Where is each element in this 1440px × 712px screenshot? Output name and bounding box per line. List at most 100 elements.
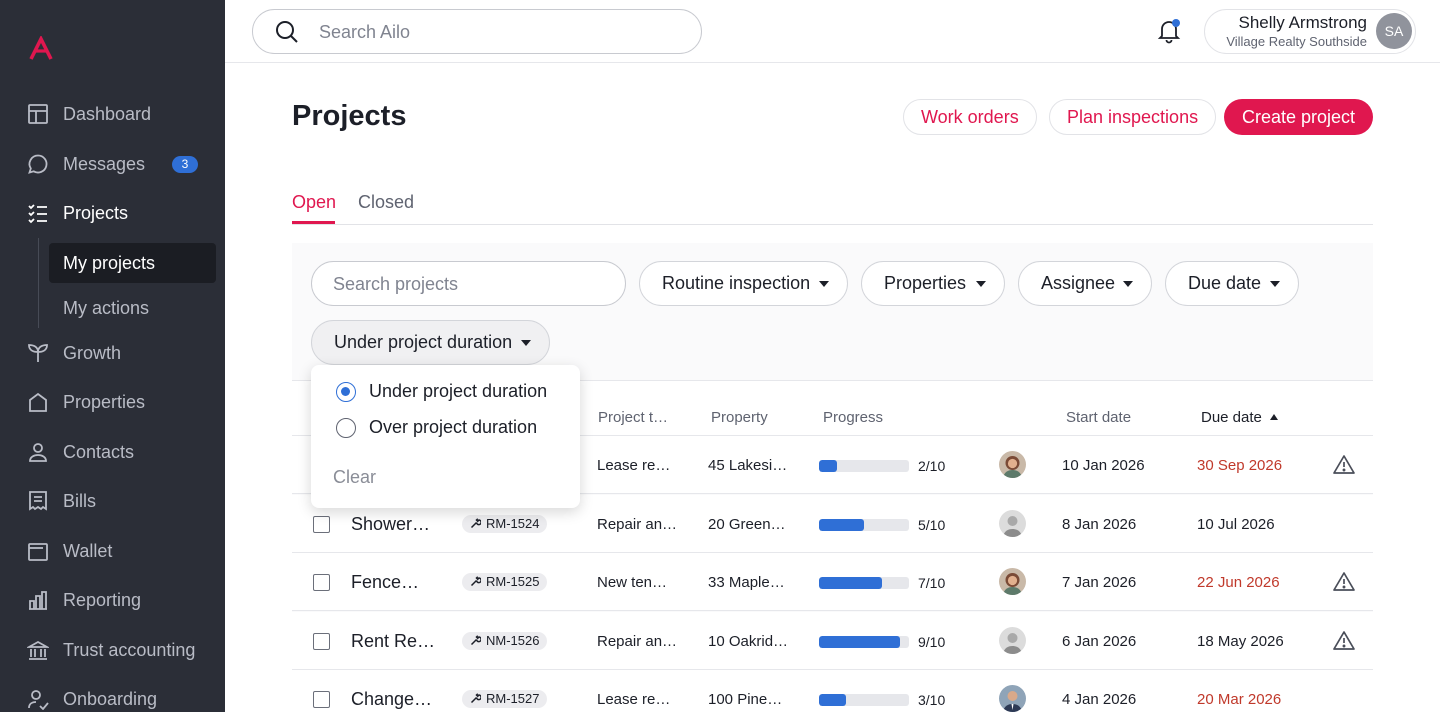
sidebar-item-messages[interactable]: Messages 3: [0, 144, 225, 184]
wrench-icon: [470, 693, 481, 704]
table-row[interactable]: Fence… RM-1525 New ten… 33 Maple… 7/10 7 Jan …: [292, 553, 1373, 611]
sidebar-item-wallet[interactable]: Wallet: [0, 531, 225, 571]
assignee-filter[interactable]: Assignee: [1018, 261, 1152, 306]
sidebar-item-label: Reporting: [63, 589, 142, 610]
properties-filter[interactable]: Properties: [861, 261, 1005, 306]
progress-bar-fill: [819, 518, 864, 531]
ailo-logo[interactable]: [28, 36, 54, 62]
sidebar-item-trust-accounting[interactable]: Trust accounting: [0, 630, 225, 670]
due-date-filter[interactable]: Due date: [1165, 261, 1299, 306]
project-reference-chip: RM-1527: [462, 690, 548, 708]
sidebar-item-projects[interactable]: Projects: [0, 193, 225, 233]
user-menu[interactable]: Shelly Armstrong Village Realty Southsid…: [1204, 9, 1416, 54]
property-address: 20 Green…: [708, 515, 786, 533]
warning-triangle-icon[interactable]: [1332, 453, 1356, 477]
sidebar-item-label: Messages: [63, 153, 146, 174]
bar-chart-icon: [26, 588, 50, 612]
project-name[interactable]: Change…: [351, 689, 432, 710]
table-row[interactable]: Rent Re… NM-1526 Repair an… 10 Oakrid… 9/10 6…: [292, 611, 1373, 670]
radio-selected[interactable]: [336, 381, 356, 402]
table-row[interactable]: Change… RM-1527 Lease re… 100 Pine… 3/10 4 Ja…: [292, 670, 1373, 712]
assignee-avatar[interactable]: [999, 685, 1026, 712]
project-name[interactable]: Rent Re…: [351, 631, 435, 652]
start-date: 7 Jan 2026: [1062, 574, 1137, 591]
routine-inspection-filter[interactable]: Routine inspection: [639, 261, 848, 306]
filter-label: Properties: [884, 273, 967, 293]
work-orders-button[interactable]: Work orders: [903, 99, 1037, 135]
sort-ascending-icon: [1269, 414, 1278, 420]
row-checkbox[interactable]: [313, 574, 330, 591]
notifications-bell-icon[interactable]: [1154, 16, 1184, 46]
global-search[interactable]: [252, 9, 702, 54]
column-header-project-type[interactable]: Project t…: [598, 409, 668, 426]
column-header-due-date[interactable]: Due date: [1201, 409, 1278, 426]
tab-open[interactable]: Open: [292, 192, 336, 213]
top-bar: Shelly Armstrong Village Realty Southsid…: [225, 0, 1440, 63]
global-search-input[interactable]: [319, 20, 679, 44]
sidebar: Dashboard Messages 3 Projects My project…: [0, 0, 225, 712]
progress-bar-fill: [819, 635, 900, 648]
sidebar-item-growth[interactable]: Growth: [0, 333, 225, 373]
tab-closed[interactable]: Closed: [358, 192, 414, 213]
start-date: 8 Jan 2026: [1062, 515, 1137, 533]
due-date: 30 Sep 2026: [1197, 457, 1283, 474]
sidebar-item-properties[interactable]: Properties: [0, 382, 225, 422]
sidebar-item-contacts[interactable]: Contacts: [0, 432, 225, 472]
unread-count-badge: 3: [172, 156, 198, 173]
option-label: Over project duration: [369, 417, 538, 437]
subnav-divider: [38, 238, 39, 328]
start-date: 4 Jan 2026: [1062, 691, 1137, 708]
project-reference-chip: RM-1525: [462, 573, 548, 591]
sidebar-item-label: Wallet: [63, 540, 113, 561]
column-header-start-date[interactable]: Start date: [1066, 409, 1131, 426]
search-icon: [276, 21, 298, 43]
project-name[interactable]: Fence…: [351, 572, 419, 593]
sidebar-subitem-my-projects[interactable]: My projects: [49, 243, 216, 283]
assignee-avatar[interactable]: [999, 509, 1026, 537]
project-type: New ten…: [597, 574, 668, 591]
assignee-avatar[interactable]: [999, 451, 1026, 478]
column-header-label: Due date: [1201, 409, 1262, 426]
assignee-avatar[interactable]: [999, 626, 1026, 654]
warning-triangle-icon[interactable]: [1332, 629, 1356, 653]
sidebar-item-onboarding[interactable]: Onboarding: [0, 679, 225, 712]
create-project-button[interactable]: Create project: [1224, 99, 1373, 135]
column-header-property[interactable]: Property: [711, 409, 768, 426]
plan-inspections-button[interactable]: Plan inspections: [1049, 99, 1217, 135]
duration-dropdown-menu: Under project duration Over project dura…: [311, 365, 580, 508]
assignee-avatar[interactable]: [999, 568, 1026, 595]
project-search-input[interactable]: [333, 273, 603, 295]
onboarding-icon: [26, 687, 50, 711]
due-date: 20 Mar 2026: [1197, 691, 1282, 708]
property-address: 45 Lakesi…: [708, 457, 788, 474]
clear-filter-link[interactable]: Clear: [333, 467, 376, 488]
row-checkbox[interactable]: [313, 691, 330, 708]
radio-unselected[interactable]: [336, 417, 356, 438]
sidebar-item-label: Bills: [63, 490, 97, 511]
sidebar-item-reporting[interactable]: Reporting: [0, 580, 225, 620]
progress-bar: [819, 518, 909, 531]
column-header-progress[interactable]: Progress: [823, 409, 883, 426]
sidebar-item-label: Trust accounting: [63, 639, 196, 660]
filter-label: Routine inspection: [662, 273, 811, 293]
project-reference: RM-1524: [486, 515, 540, 531]
start-date: 10 Jan 2026: [1062, 457, 1145, 474]
progress-bar: [819, 694, 909, 706]
progress-bar-fill: [819, 577, 882, 589]
row-checkbox[interactable]: [313, 632, 330, 650]
project-type: Repair an…: [597, 515, 678, 533]
option-over-project-duration[interactable]: Over project duration: [336, 417, 537, 438]
option-under-project-duration[interactable]: Under project duration: [336, 381, 547, 402]
project-type: Lease re…: [597, 691, 671, 708]
project-search[interactable]: [311, 261, 626, 306]
sidebar-item-bills[interactable]: Bills: [0, 481, 225, 521]
project-reference-chip: RM-1524: [462, 514, 548, 533]
wrench-icon: [470, 634, 481, 645]
warning-triangle-icon[interactable]: [1332, 570, 1356, 594]
project-name[interactable]: Shower…: [351, 514, 430, 535]
row-checkbox[interactable]: [313, 515, 330, 533]
project-duration-filter[interactable]: Under project duration: [311, 320, 550, 365]
caret-down-icon: [1123, 281, 1133, 287]
sidebar-item-dashboard[interactable]: Dashboard: [0, 94, 225, 134]
sidebar-subitem-my-actions[interactable]: My actions: [49, 288, 216, 328]
